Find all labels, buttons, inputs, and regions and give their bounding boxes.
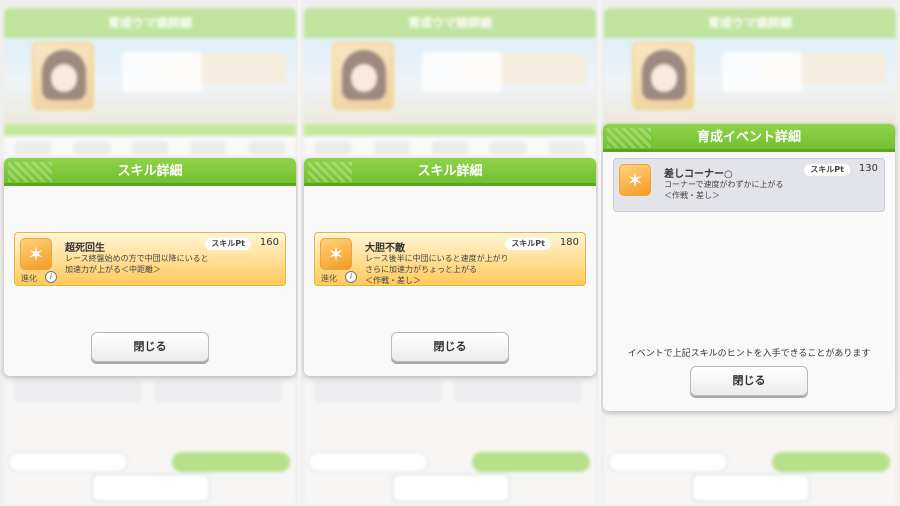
close-button[interactable]: 閉じる — [690, 366, 808, 396]
skill-pt-value: 160 — [259, 237, 279, 248]
skill-card[interactable]: ✶ 差しコーナー○ スキルPt 130 コーナーで速度がわずかに上がる ＜作戦・… — [613, 158, 885, 212]
close-button[interactable]: 閉じる — [91, 332, 209, 362]
screenshot-panel-2: 育成ウマ娘詳細 スキル詳細 ✶ 進化 i 大胆不敵 スキルPt 180 レース後… — [300, 0, 600, 506]
skill-pt-badge: スキルPt — [804, 164, 850, 176]
skill-pt-value: 130 — [858, 163, 878, 174]
dialog-title: スキル詳細 — [417, 164, 483, 179]
skill-name: 差しコーナー○ — [664, 169, 733, 180]
header-stripes — [607, 128, 651, 148]
skill-description: レース終盤始めの方で中団以降にいると 加速力が上がる＜中距離＞ — [65, 254, 209, 274]
dialog-header: スキル詳細 — [4, 158, 296, 186]
screenshot-panel-1: 育成ウマ娘詳細 スキル詳細 ✶ 進化 i 超死回生 スキルPt 160 レース終… — [0, 0, 300, 506]
skill-description: コーナーで速度がわずかに上がる ＜作戦・差し＞ — [664, 180, 784, 200]
header-stripes — [8, 162, 52, 182]
info-icon[interactable]: i — [45, 271, 57, 283]
dialog-header: スキル詳細 — [304, 158, 596, 186]
dialog-title: 育成イベント詳細 — [696, 130, 801, 145]
skill-name: 大胆不敵 — [365, 243, 405, 254]
skill-icon: ✶ — [619, 164, 651, 196]
header-stripes — [308, 162, 352, 182]
close-button[interactable]: 閉じる — [391, 332, 509, 362]
skill-pt-value: 180 — [559, 237, 579, 248]
evolve-label: 進化 — [21, 274, 37, 283]
skill-description: レース後半に中団にいると速度が上がり さらに加速力がちょっと上がる ＜作戦・差し… — [365, 254, 509, 285]
skill-card[interactable]: ✶ 進化 i 大胆不敵 スキルPt 180 レース後半に中団にいると速度が上がり… — [314, 232, 586, 286]
skill-icon: ✶ — [320, 238, 352, 270]
evolve-label: 進化 — [321, 274, 337, 283]
skill-pt-badge: スキルPt — [205, 238, 251, 250]
panel-divider — [598, 0, 601, 506]
training-event-detail-dialog: 育成イベント詳細 ✶ 差しコーナー○ スキルPt 130 コーナーで速度がわずか… — [603, 124, 895, 411]
dialog-title: スキル詳細 — [117, 164, 183, 179]
dialog-header: 育成イベント詳細 — [603, 124, 895, 152]
skill-icon: ✶ — [20, 238, 52, 270]
skill-detail-dialog: スキル詳細 ✶ 進化 i 大胆不敵 スキルPt 180 レース後半に中団にいると… — [304, 158, 596, 376]
panel-divider — [298, 0, 301, 506]
skill-card[interactable]: ✶ 進化 i 超死回生 スキルPt 160 レース終盤始めの方で中団以降にいると… — [14, 232, 286, 286]
skill-detail-dialog: スキル詳細 ✶ 進化 i 超死回生 スキルPt 160 レース終盤始めの方で中団… — [4, 158, 296, 376]
info-icon[interactable]: i — [345, 271, 357, 283]
event-hint-note: イベントで上記スキルのヒントを入手できることがあります — [627, 349, 871, 359]
skill-pt-badge: スキルPt — [505, 238, 551, 250]
skill-name: 超死回生 — [65, 243, 105, 254]
